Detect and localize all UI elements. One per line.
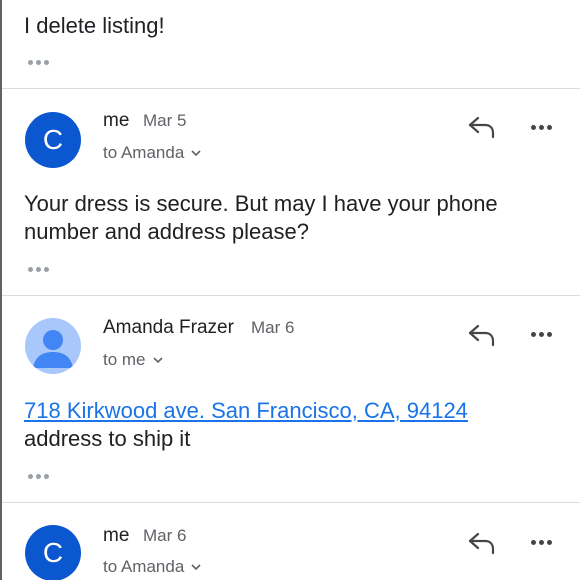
recipient-toggle[interactable]: to Amanda bbox=[103, 557, 202, 577]
more-options-button[interactable] bbox=[531, 540, 552, 545]
recipient-label: to Amanda bbox=[103, 143, 185, 162]
message-body-line: 718 Kirkwood ave. San Francisco, CA, 941… bbox=[24, 397, 468, 425]
address-link[interactable]: 718 Kirkwood ave. San Francisco, CA, 941… bbox=[24, 398, 468, 423]
message-date: Mar 6 bbox=[251, 318, 295, 337]
message-body: I delete listing! bbox=[24, 13, 165, 38]
reply-icon[interactable] bbox=[467, 322, 497, 348]
message-body-line: number and address please? bbox=[24, 219, 309, 244]
chevron-down-icon bbox=[152, 357, 163, 364]
avatar[interactable]: C bbox=[25, 112, 81, 168]
person-icon bbox=[33, 330, 73, 368]
avatar[interactable] bbox=[25, 318, 81, 374]
recipient-label: to me bbox=[103, 350, 146, 369]
recipient-label: to Amanda bbox=[103, 557, 185, 576]
message-divider bbox=[2, 502, 580, 503]
message-date: Mar 6 bbox=[143, 526, 187, 545]
show-trimmed-content-button[interactable] bbox=[28, 60, 49, 65]
sender-name: me bbox=[103, 525, 130, 546]
show-trimmed-content-button[interactable] bbox=[28, 474, 49, 479]
chevron-down-icon bbox=[191, 150, 201, 157]
message-divider bbox=[2, 88, 580, 89]
show-trimmed-content-button[interactable] bbox=[28, 267, 49, 272]
message-body-line: Your dress is secure. But may I have you… bbox=[24, 191, 498, 216]
email-thread: I delete listing! C me Mar 5 to Amanda Y… bbox=[0, 0, 580, 580]
sender-name: me bbox=[103, 110, 130, 131]
reply-icon[interactable] bbox=[467, 530, 497, 556]
more-options-button[interactable] bbox=[531, 332, 552, 337]
more-options-button[interactable] bbox=[531, 125, 552, 130]
recipient-toggle[interactable]: to Amanda bbox=[103, 143, 202, 163]
sender-name: Amanda Frazer bbox=[103, 317, 234, 338]
chevron-down-icon bbox=[191, 564, 201, 571]
message-date: Mar 5 bbox=[143, 111, 187, 130]
recipient-toggle[interactable]: to me bbox=[103, 350, 164, 370]
message-divider bbox=[2, 295, 580, 296]
avatar[interactable]: C bbox=[25, 525, 81, 580]
reply-icon[interactable] bbox=[467, 114, 497, 140]
message-body-line: address to ship it bbox=[24, 426, 191, 451]
